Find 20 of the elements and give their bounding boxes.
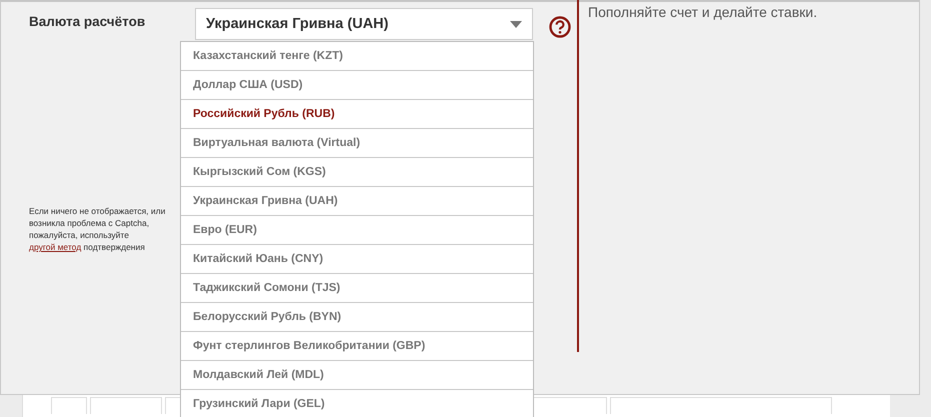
currency-select[interactable]: Украинская Гривна (UAH) <box>195 8 533 40</box>
field-label: Валюта расчётов <box>29 14 146 29</box>
captcha-note: Если ничего не отображается, или возникла проблема с Captcha, пожалуйста, используйте другой метод подтверждения <box>29 205 166 253</box>
currency-option[interactable]: Доллар США (USD) <box>181 71 533 100</box>
currency-option[interactable]: Виртуальная валюта (Virtual) <box>181 129 533 158</box>
currency-option[interactable]: Казахстанский тенге (KZT) <box>181 42 533 71</box>
currency-option[interactable]: Белорусский Рубль (BYN) <box>181 303 533 332</box>
currency-option[interactable]: Китайский Юань (CNY) <box>181 245 533 274</box>
currency-option[interactable]: Грузинский Лари (GEL) <box>181 390 533 417</box>
currency-option[interactable]: Таджикский Сомони (TJS) <box>181 274 533 303</box>
currency-option[interactable]: Молдавский Лей (MDL) <box>181 361 533 390</box>
currency-option[interactable]: Российский Рубль (RUB) <box>181 100 533 129</box>
currency-option[interactable]: Евро (EUR) <box>181 216 533 245</box>
currency-option[interactable]: Кыргызский Сом (KGS) <box>181 158 533 187</box>
currency-option[interactable]: Фунт стерлингов Великобритании (GBP) <box>181 332 533 361</box>
info-text: Пополняйте счет и делайте ставки. <box>588 4 818 20</box>
caret-icon <box>510 20 522 28</box>
other-method-link[interactable]: другой метод <box>29 242 82 252</box>
help-icon[interactable] <box>549 16 571 38</box>
currency-option[interactable]: Украинская Гривна (UAH) <box>181 187 533 216</box>
